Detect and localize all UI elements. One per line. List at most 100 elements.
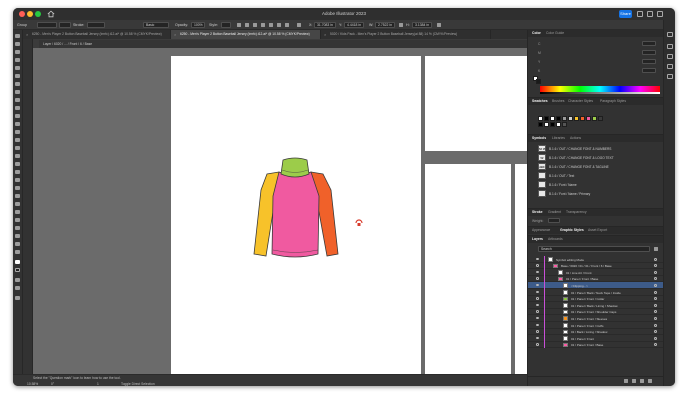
tab-transparency[interactable]: Transparency (566, 210, 587, 214)
symbol-item[interactable]: B.1.6 / Font / Name (538, 181, 660, 189)
selection-tool-icon[interactable] (15, 34, 20, 38)
jersey-illustration[interactable] (249, 156, 343, 264)
curvature-tool-icon[interactable] (15, 74, 20, 78)
layer-row[interactable]: Symbol editing Mode (528, 256, 664, 263)
tab-actions[interactable]: Actions (570, 136, 581, 140)
search-icon[interactable] (637, 11, 643, 17)
new-layer-icon[interactable] (624, 379, 628, 383)
column-graph-tool-icon[interactable] (15, 218, 20, 222)
layer-row[interactable]: 01 / Panel / Front / Base (528, 275, 664, 283)
slice-tool-icon[interactable] (15, 234, 20, 238)
swatch-green[interactable] (592, 116, 597, 121)
layer-target-icon[interactable] (654, 264, 657, 268)
layer-row[interactable]: 01 / Panel / Front / Collar (528, 295, 664, 303)
pencil-tool-icon[interactable] (15, 114, 20, 118)
eye-icon[interactable] (536, 264, 539, 267)
screen-mode-icon[interactable] (15, 286, 20, 290)
rotate-tool-icon[interactable] (15, 130, 20, 134)
artboard-top-right[interactable] (425, 56, 527, 151)
tab-layers[interactable]: Layers (532, 237, 543, 241)
layer-target-icon[interactable] (654, 277, 657, 281)
layer-row[interactable]: 01 / Panel / Front / Shoulder Caps (528, 308, 664, 316)
align-panel-icon[interactable] (667, 54, 673, 59)
stroke-color-icon[interactable] (15, 268, 20, 272)
hand-tool-icon[interactable] (15, 242, 20, 246)
symbol-item[interactable]: ABC B.1.6 / OUT / CHANGE FONT & TAGLINE (538, 163, 660, 171)
layer-target-icon[interactable] (654, 297, 657, 301)
layer-row[interactable]: 01 / Panel / Back / Neck Tape / Inside (528, 289, 664, 296)
filter-icon[interactable] (654, 247, 658, 251)
swatch-row2-black[interactable] (538, 122, 543, 127)
eye-icon[interactable] (536, 257, 539, 260)
tab-libraries[interactable]: Libraries (552, 136, 565, 140)
transform-icon[interactable] (297, 23, 301, 27)
align-left-icon[interactable] (245, 23, 249, 27)
perspective-grid-tool-icon[interactable] (15, 170, 20, 174)
yellow-value-field[interactable] (642, 59, 656, 64)
tab-color-guide[interactable]: Color Guide (546, 31, 564, 35)
align-top-icon[interactable] (269, 23, 273, 27)
layers-search-input[interactable]: Search (538, 246, 650, 252)
tab-paragraph-styles[interactable]: Paragraph Styles (600, 99, 626, 103)
layer-target-icon[interactable] (654, 290, 657, 294)
swatch-pink[interactable] (586, 116, 591, 121)
swatch-yellow[interactable] (574, 116, 579, 121)
new-sublayer-icon[interactable] (632, 379, 636, 383)
eye-icon[interactable] (536, 323, 539, 326)
align-middle-icon[interactable] (277, 23, 281, 27)
properties-icon[interactable] (667, 32, 673, 37)
layer-row[interactable]: Base / 6020 / 01 / 01 / Front / 6 / Base (528, 262, 664, 270)
symbol-item[interactable]: 52 15 B.1.6 / OUT / CHANGE FONT & NUMBER… (538, 145, 660, 153)
artboard-tool-icon[interactable] (15, 226, 20, 230)
libraries-icon[interactable] (667, 44, 673, 49)
eye-icon[interactable] (536, 310, 539, 313)
more-options-icon[interactable] (437, 23, 441, 27)
artboard-far-right[interactable] (515, 164, 527, 374)
grayscale-ramp[interactable] (540, 92, 660, 94)
graphic-style-dropdown[interactable] (221, 22, 231, 28)
eye-icon[interactable] (536, 336, 539, 340)
close-icon[interactable]: × (174, 30, 176, 39)
artboard-navigator[interactable]: 1 (97, 382, 99, 386)
eye-icon[interactable] (536, 303, 539, 307)
scale-tool-icon[interactable] (15, 138, 20, 142)
layer-row[interactable]: 01 / Panel / Front (528, 335, 664, 342)
close-icon[interactable]: × (26, 30, 28, 39)
tab-asset-export[interactable]: Asset Export (588, 228, 607, 232)
stroke-weight-field[interactable] (87, 22, 105, 28)
eye-icon[interactable] (536, 343, 539, 346)
align-center-icon[interactable] (253, 23, 257, 27)
layer-row[interactable]: 01 / Panel / Back / Lining / Shadow (528, 302, 664, 309)
stroke-style-dropdown[interactable]: Basic (143, 22, 169, 28)
lasso-tool-icon[interactable] (15, 58, 20, 62)
free-transform-tool-icon[interactable] (15, 154, 20, 158)
tab-graphic-styles[interactable]: Graphic Styles (560, 228, 584, 232)
symbol-item[interactable]: 52 B.1.6 / OUT / CHANGE FONT & LOGO TEXT (538, 154, 660, 162)
swatch-row2-grey[interactable] (562, 122, 567, 127)
fill-swatch[interactable] (37, 22, 57, 28)
gradient-tool-icon[interactable] (15, 186, 20, 190)
layer-target-icon[interactable] (654, 336, 657, 340)
tab-gradient[interactable]: Gradient (548, 210, 561, 214)
cyan-value-field[interactable] (642, 41, 656, 46)
direct-selection-tool-icon[interactable] (15, 42, 20, 46)
workspace-icon[interactable] (647, 11, 653, 17)
layer-row[interactable]: 01 / Panel / Front / Base (528, 341, 664, 349)
trash-icon[interactable] (648, 379, 652, 383)
swatch-light-grey[interactable] (568, 116, 573, 121)
share-button[interactable]: Share (619, 10, 632, 18)
align-bottom-icon[interactable] (285, 23, 289, 27)
tab-stroke[interactable]: Stroke (532, 210, 543, 214)
tab-appearance[interactable]: Appearance (532, 228, 550, 232)
eye-icon[interactable] (536, 316, 539, 320)
eye-icon[interactable] (536, 297, 539, 300)
tab-color[interactable]: Color (532, 31, 541, 35)
eye-icon[interactable] (536, 270, 539, 274)
stroke-weight-input[interactable] (548, 218, 560, 223)
document-tab-2[interactable]: × 6250 - Men's Player 2 Button Baseball … (171, 30, 321, 39)
rectangle-tool-icon[interactable] (15, 98, 20, 102)
layer-target-icon[interactable] (654, 310, 657, 314)
tab-swatches[interactable]: Swatches (532, 99, 548, 103)
rotation-value[interactable]: 0° (51, 382, 54, 386)
artboard-bottom-right[interactable] (425, 164, 511, 374)
